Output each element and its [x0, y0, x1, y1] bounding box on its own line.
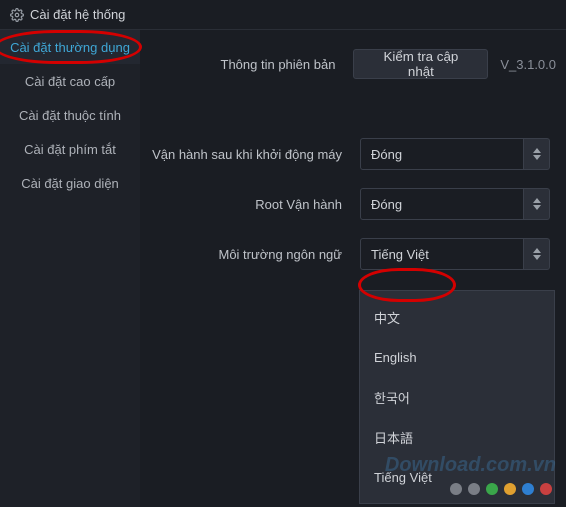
color-dots: [450, 483, 552, 495]
language-stepper[interactable]: [524, 238, 550, 270]
language-option[interactable]: 한국어: [360, 377, 554, 417]
sidebar-item-shortcuts[interactable]: Cài đặt phím tắt: [0, 132, 140, 166]
sidebar-item-label: Cài đặt thuộc tính: [19, 108, 121, 123]
select-value: Tiếng Việt: [371, 247, 429, 262]
sidebar-item-attributes[interactable]: Cài đặt thuộc tính: [0, 98, 140, 132]
sidebar-item-label: Cài đặt phím tắt: [24, 142, 116, 157]
chevron-updown-icon: [533, 148, 541, 160]
sidebar-item-label: Cài đặt cao cấp: [25, 74, 115, 89]
dot-icon: [504, 483, 516, 495]
run-on-startup-stepper[interactable]: [524, 138, 550, 170]
gear-icon: [10, 8, 24, 22]
dot-icon: [468, 483, 480, 495]
sidebar: Cài đặt thường dụng Cài đặt cao cấp Cài …: [0, 30, 140, 507]
language-option[interactable]: English: [360, 337, 554, 377]
main-panel: Thông tin phiên bản Kiểm tra cập nhật V_…: [140, 30, 566, 507]
root-run-stepper[interactable]: [524, 188, 550, 220]
run-on-startup-label: Vận hành sau khi khởi động máy: [150, 147, 360, 162]
select-value: Đóng: [371, 197, 402, 212]
sidebar-item-label: Cài đặt thường dụng: [10, 40, 130, 55]
window-title: Cài đặt hệ thống: [30, 7, 125, 22]
sidebar-item-general[interactable]: Cài đặt thường dụng: [0, 30, 140, 64]
language-option-label: English: [374, 350, 417, 365]
dot-icon: [522, 483, 534, 495]
sidebar-item-advanced[interactable]: Cài đặt cao cấp: [0, 64, 140, 98]
language-dropdown: 中文 English 한국어 日本語 Tiếng Việt: [359, 290, 555, 504]
run-on-startup-select[interactable]: Đóng: [360, 138, 524, 170]
sidebar-item-interface[interactable]: Cài đặt giao diện: [0, 166, 140, 200]
language-option-label: 日本語: [374, 428, 413, 447]
sidebar-item-label: Cài đặt giao diện: [21, 176, 119, 191]
dot-icon: [540, 483, 552, 495]
titlebar: Cài đặt hệ thống: [0, 0, 566, 30]
root-run-label: Root Vận hành: [150, 197, 360, 212]
chevron-updown-icon: [533, 248, 541, 260]
language-env-label: Môi trường ngôn ngữ: [150, 247, 360, 262]
dot-icon: [486, 483, 498, 495]
language-option-label: 한국어: [374, 388, 410, 407]
version-text: V_3.1.0.0: [500, 57, 556, 72]
language-select[interactable]: Tiếng Việt: [360, 238, 524, 270]
language-option[interactable]: 中文: [360, 297, 554, 337]
language-option-label: Tiếng Việt: [374, 470, 432, 485]
select-value: Đóng: [371, 147, 402, 162]
root-run-select[interactable]: Đóng: [360, 188, 524, 220]
dot-icon: [450, 483, 462, 495]
language-option[interactable]: 日本語: [360, 417, 554, 457]
check-update-button[interactable]: Kiểm tra cập nhật: [353, 49, 488, 79]
version-info-label: Thông tin phiên bản: [150, 57, 353, 72]
chevron-updown-icon: [533, 198, 541, 210]
language-option-label: 中文: [374, 308, 400, 327]
check-update-label: Kiểm tra cập nhật: [370, 49, 471, 79]
